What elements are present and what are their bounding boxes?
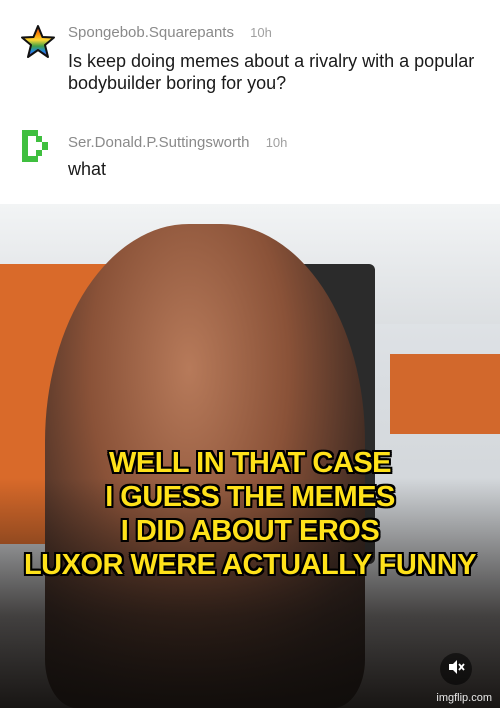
comment-text: Is keep doing memes about a rivalry with… xyxy=(68,51,475,93)
meme-caption: WELL IN THAT CASE I GUESS THE MEMES I DI… xyxy=(10,446,490,582)
watermark: imgflip.com xyxy=(436,692,492,704)
comment-item: Ser.Donald.P.Suttingsworth 10h what xyxy=(0,124,500,204)
caption-line: I DID ABOUT EROS xyxy=(120,515,380,547)
comment-meta: Ser.Donald.P.Suttingsworth 10h xyxy=(68,134,287,151)
comment-item: Spongebob.Squarepants 10h Is keep doing … xyxy=(0,14,500,114)
gym-wall xyxy=(390,354,500,434)
username-link[interactable]: Ser.Donald.P.Suttingsworth xyxy=(68,134,250,151)
muted-speaker-icon xyxy=(447,658,465,681)
caption-line: WELL IN THAT CASE xyxy=(108,447,392,479)
green-pixel-d-icon[interactable] xyxy=(20,128,56,164)
username-link[interactable]: Spongebob.Squarepants xyxy=(68,24,234,41)
rainbow-star-icon[interactable] xyxy=(20,24,56,60)
caption-line: I GUESS THE MEMES xyxy=(105,481,395,513)
comment-text: what xyxy=(68,159,107,179)
comment-timestamp: 10h xyxy=(265,135,288,150)
comment-meta: Spongebob.Squarepants 10h xyxy=(68,24,272,41)
caption-line: LUXOR WERE ACTUALLY FUNNY xyxy=(23,549,477,581)
mute-button[interactable] xyxy=(440,653,472,685)
comment-timestamp: 10h xyxy=(250,25,272,40)
